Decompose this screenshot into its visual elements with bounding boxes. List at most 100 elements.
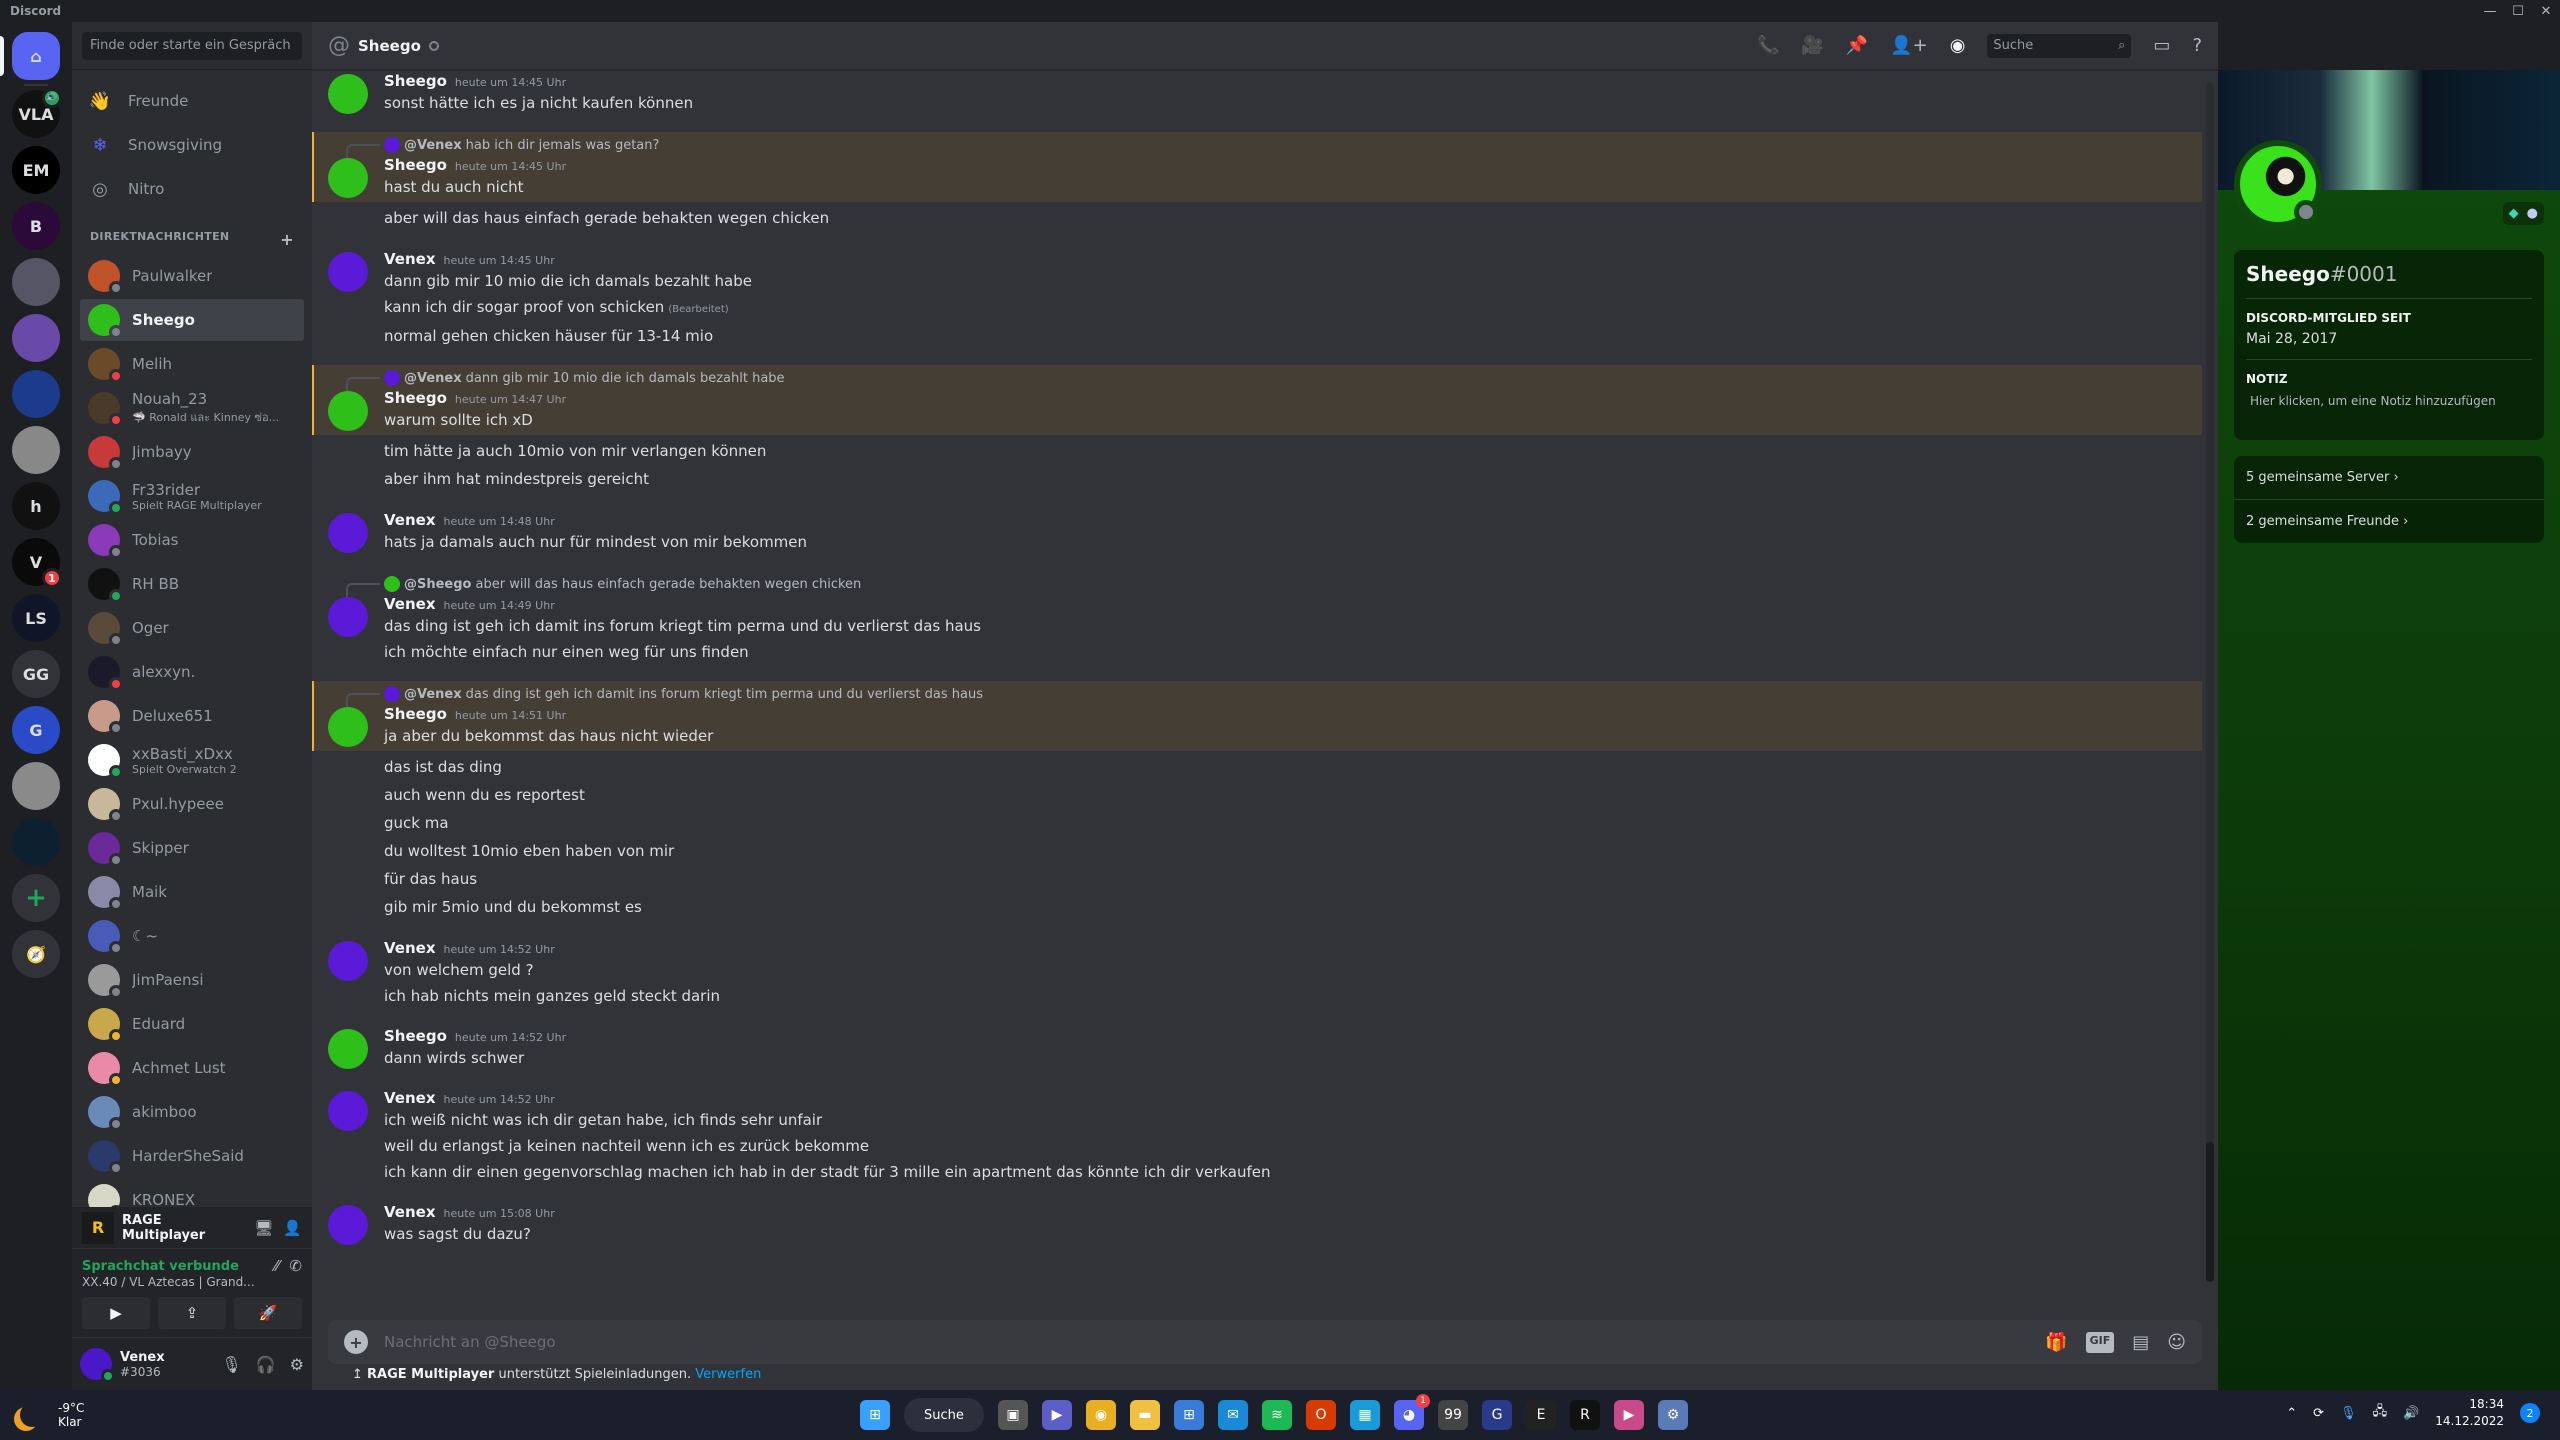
maximize-button[interactable]: ☐ [2504, 4, 2532, 19]
taskbar-windows-start-icon[interactable]: ⊞ [860, 1400, 890, 1430]
taskbar-player-icon[interactable]: ▶ [1614, 1400, 1644, 1430]
notification-badge[interactable]: 2 [2520, 1403, 2540, 1423]
help-icon[interactable]: ? [2192, 35, 2202, 56]
server-icon-7[interactable] [12, 426, 60, 474]
minimize-button[interactable]: — [2476, 4, 2504, 19]
taskbar-explorer-icon[interactable]: ▬ [1130, 1400, 1160, 1430]
message-avatar[interactable] [328, 1091, 368, 1131]
dm-item[interactable]: Skipper [80, 827, 304, 869]
gif-button[interactable]: GIF [2085, 1331, 2115, 1353]
dm-item[interactable]: Tobias [80, 519, 304, 561]
tray-chevron-icon[interactable]: ⌃ [2286, 1406, 2297, 1421]
add-friend-icon[interactable]: 👤+ [1890, 35, 1928, 56]
mic-icon[interactable]: 🎙 [221, 1355, 241, 1374]
mutual-servers-button[interactable]: 5 gemeinsame Server › [2234, 456, 2544, 499]
voice-status[interactable]: Sprachchat verbunde [82, 1259, 264, 1274]
message-author[interactable]: Sheego [384, 1027, 447, 1045]
stream-icon[interactable]: 🖥 [254, 1219, 273, 1237]
taskbar-office-icon[interactable]: O [1306, 1400, 1336, 1430]
activity-button[interactable]: 🚀 [234, 1297, 302, 1329]
mutual-friends-button[interactable]: 2 gemeinsame Freunde › [2234, 499, 2544, 543]
dm-item[interactable]: Melih [80, 343, 304, 385]
nav-freunde[interactable]: 👋 Freunde [80, 80, 304, 122]
dm-search-input[interactable]: Finde oder starte ein Gespräch [82, 32, 302, 60]
server-icon-6[interactable] [12, 370, 60, 418]
message-avatar[interactable] [328, 252, 368, 292]
server-icon-3[interactable]: B [12, 202, 60, 250]
user-profile-toggle-icon[interactable]: ◉ [1950, 35, 1966, 56]
server-icon-8[interactable]: h [12, 482, 60, 530]
message-avatar[interactable] [328, 1205, 368, 1245]
message-author[interactable]: Sheego [384, 705, 447, 723]
taskbar-epic-icon[interactable]: E [1526, 1400, 1556, 1430]
network-icon[interactable]: 🖧 [2373, 1402, 2388, 1424]
video-call-icon[interactable]: 🎥 [1801, 35, 1823, 56]
reply-preview[interactable]: @Sheego aber will das haus einfach gerade… [346, 573, 2186, 597]
message-avatar[interactable] [328, 158, 368, 198]
taskbar-teams-icon[interactable]: ▶ [1042, 1400, 1072, 1430]
taskbar-spotify-icon[interactable]: ≋ [1262, 1400, 1292, 1430]
user-avatar[interactable] [80, 1348, 115, 1383]
voice-channel[interactable]: XX.40 / VL Aztecas | Grand... [82, 1275, 302, 1289]
dm-item[interactable]: HarderSheSaid [80, 1135, 304, 1177]
dm-item[interactable]: xxBasti_xDxx Spielt Overwatch 2 [80, 739, 304, 781]
note-input[interactable]: Hier klicken, um eine Notiz hinzuzufügen [2246, 394, 2532, 428]
weather-widget[interactable]: -9°C Klar [20, 1401, 84, 1429]
dm-item[interactable]: Sheego [80, 299, 304, 341]
voice-call-icon[interactable]: 📞 [1757, 35, 1779, 56]
taskbar-mail-icon[interactable]: ✉ [1218, 1400, 1248, 1430]
tray-mic-icon[interactable]: 🎙 [2340, 1406, 2357, 1421]
dm-item[interactable]: ☾~ [80, 915, 304, 957]
dm-item[interactable]: Maik [80, 871, 304, 913]
taskbar-app-g-icon[interactable]: G [1482, 1400, 1512, 1430]
reply-preview[interactable]: @Venex dann gib mir 10 mio die ich damals… [346, 367, 2186, 391]
server-icon-13[interactable] [12, 762, 60, 810]
server-icon-4[interactable] [12, 258, 60, 306]
reply-preview[interactable]: @Venex das ding ist geh ich damit ins for… [346, 683, 2186, 707]
message-author[interactable]: Venex [384, 1265, 436, 1266]
message-avatar[interactable] [328, 391, 368, 431]
taskbar-store-icon[interactable]: ⊞ [1174, 1400, 1204, 1430]
dm-item[interactable]: alexxyn. [80, 651, 304, 693]
server-icon-12[interactable]: G [12, 706, 60, 754]
emoji-icon[interactable]: ☺ [2167, 1332, 2186, 1353]
dm-item[interactable]: RH BB [80, 563, 304, 605]
dm-item[interactable]: akimboo [80, 1091, 304, 1133]
message-author[interactable]: Venex [384, 511, 436, 529]
message-author[interactable]: Venex [384, 939, 436, 957]
profile-avatar[interactable] [2234, 140, 2322, 228]
dm-item[interactable]: Oger [80, 607, 304, 649]
message-avatar[interactable] [328, 513, 368, 553]
chat-search-input[interactable]: Suche ⌕ [1987, 33, 2132, 58]
dm-item[interactable]: Jimbayy [80, 431, 304, 473]
inbox-icon[interactable]: ▭ [2153, 35, 2170, 56]
dm-item[interactable]: Eduard [80, 1003, 304, 1045]
explore-servers-button[interactable]: 🧭 [12, 930, 60, 978]
server-icon-1[interactable]: VLA 🔊 [12, 88, 62, 138]
taskbar-task-view-icon[interactable]: ▣ [998, 1400, 1028, 1430]
nav-nitro[interactable]: ◎ Nitro [80, 168, 304, 210]
message-avatar[interactable] [328, 74, 368, 114]
gift-icon[interactable]: 🎁 [2045, 1332, 2067, 1353]
message-author[interactable]: Venex [384, 250, 436, 268]
close-button[interactable]: ✕ [2532, 4, 2560, 19]
dm-item[interactable]: Fr33rider Spielt RAGE Multiplayer [80, 475, 304, 517]
taskbar-discord-icon[interactable]: ◕ 1 [1394, 1394, 1430, 1430]
sync-icon[interactable]: ⟳ [2313, 1406, 2324, 1421]
server-icon-5[interactable] [12, 314, 60, 362]
dm-item[interactable]: Deluxe651 [80, 695, 304, 737]
headphones-icon[interactable]: 🎧 [256, 1355, 276, 1374]
message-avatar[interactable] [328, 1029, 368, 1069]
message-author[interactable]: Venex [384, 1203, 436, 1221]
message-avatar[interactable] [328, 597, 368, 637]
message-avatar[interactable] [328, 707, 368, 747]
add-server-button[interactable]: + [12, 874, 60, 922]
dismiss-link[interactable]: Verwerfen [695, 1367, 761, 1382]
taskbar-app-blue-icon[interactable]: ▦ [1350, 1400, 1380, 1430]
taskbar-rage-icon[interactable]: R [1570, 1400, 1600, 1430]
video-button[interactable]: ▶ [82, 1297, 150, 1329]
disconnect-icon[interactable]: ✆ [289, 1257, 302, 1275]
server-icon-2[interactable]: EM [12, 146, 60, 194]
message-avatar[interactable] [328, 941, 368, 981]
nitro-badge-icon[interactable]: ● [2527, 206, 2538, 221]
